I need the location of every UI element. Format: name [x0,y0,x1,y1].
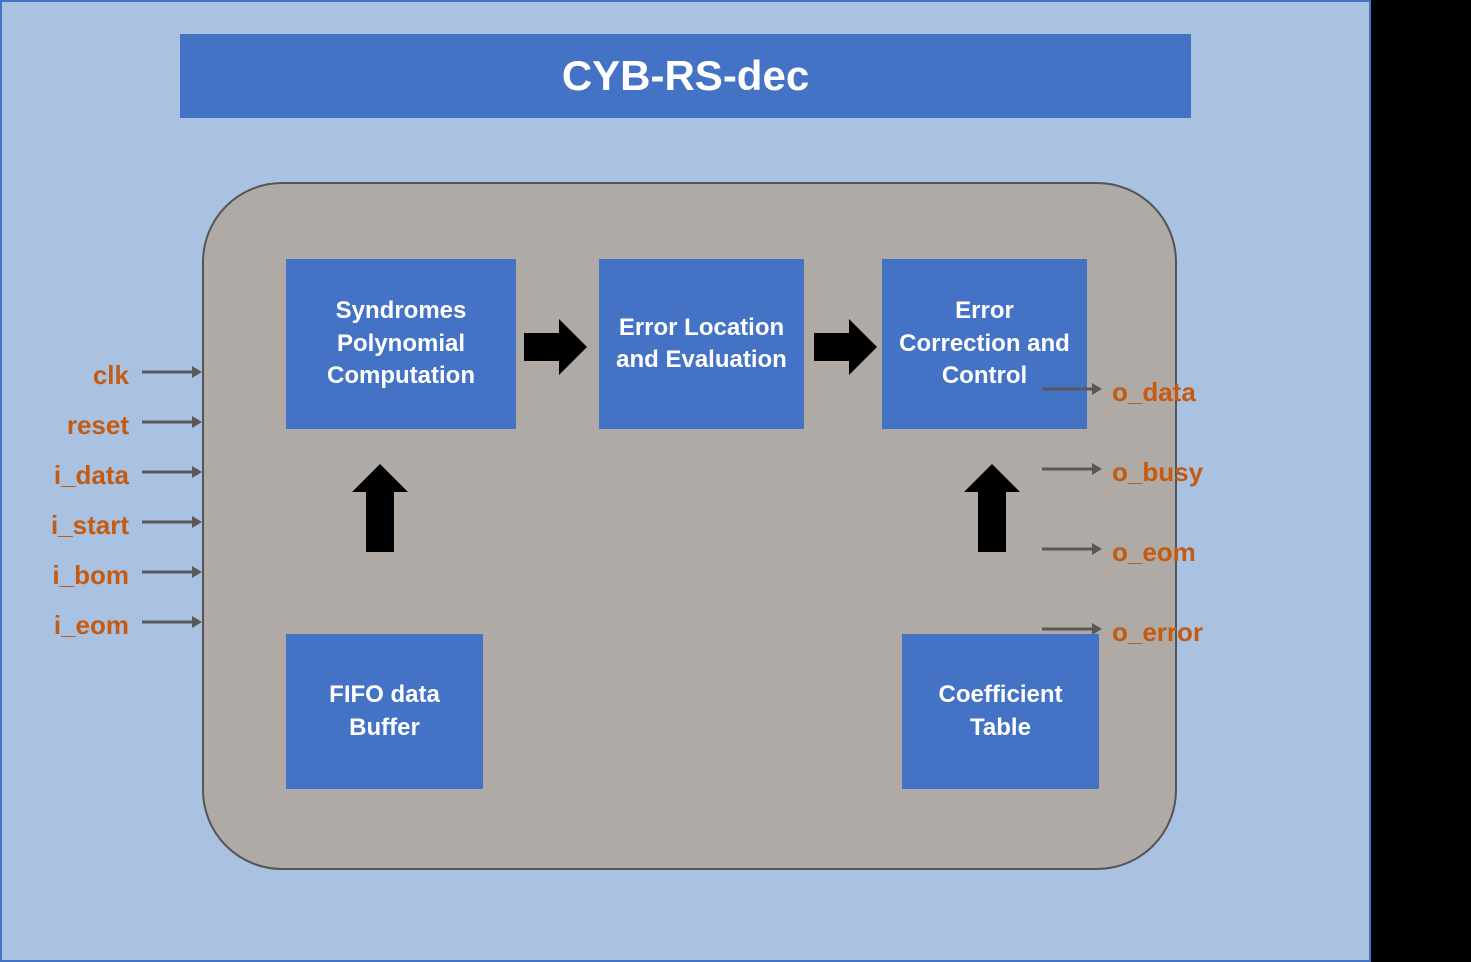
arrow-up-icon [964,464,1020,552]
input-label-ibom: i_bom [52,560,129,591]
signal-arrow-icon [142,460,202,484]
output-label-oerror: o_error [1112,617,1203,648]
signal-arrow-icon [142,510,202,534]
signal-arrow-icon [142,560,202,584]
input-label-clk: clk [93,360,129,391]
input-label-ieom: i_eom [54,610,129,641]
input-label-istart: i_start [51,510,129,541]
signal-arrow-icon [1042,377,1102,401]
block-fifo-buffer: FIFO data Buffer [286,634,483,789]
module-container: Syndromes Polynomial Computation Error L… [202,182,1177,870]
arrow-right-icon [814,319,877,375]
signal-arrow-icon [1042,457,1102,481]
output-label-oeom: o_eom [1112,537,1196,568]
output-label-obusy: o_busy [1112,457,1203,488]
block-error-correction: Error Correction and Control [882,259,1087,429]
arrow-right-icon [524,319,587,375]
signal-arrow-icon [142,360,202,384]
block-coefficient-table: Coefficient Table [902,634,1099,789]
signal-arrow-icon [142,410,202,434]
diagram-canvas: CYB-RS-dec Syndromes Polynomial Computat… [0,0,1371,962]
title-bar: CYB-RS-dec [180,34,1191,118]
output-label-odata: o_data [1112,377,1196,408]
arrow-up-icon [352,464,408,552]
signal-arrow-icon [142,610,202,634]
signal-arrow-icon [1042,537,1102,561]
input-label-idata: i_data [54,460,129,491]
input-label-reset: reset [67,410,129,441]
block-error-location: Error Location and Evaluation [599,259,804,429]
signal-arrow-icon [1042,617,1102,641]
block-syndromes: Syndromes Polynomial Computation [286,259,516,429]
